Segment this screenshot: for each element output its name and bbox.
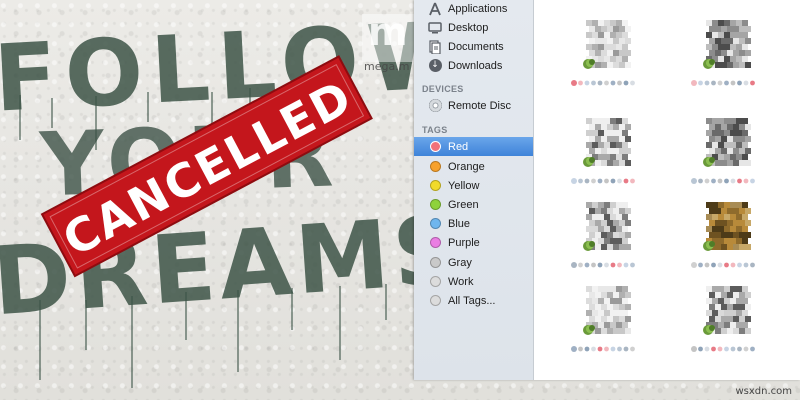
devices-header: DEVICES — [422, 84, 464, 94]
file-item[interactable] — [690, 202, 764, 276]
sidebar-item-label: Purple — [448, 236, 480, 249]
sidebar-item-label: Blue — [448, 217, 471, 230]
tag-dot-icon — [429, 141, 441, 152]
tag-dot-icon — [429, 199, 441, 210]
sidebar-tag-gray[interactable]: Gray — [414, 253, 533, 272]
tag-dot-icon — [429, 295, 441, 306]
applications-icon — [428, 2, 442, 16]
sidebar-tag-red[interactable]: Red — [414, 137, 533, 156]
file-thumbnail — [583, 118, 631, 167]
sidebar-item-applications[interactable]: Applications — [414, 0, 533, 18]
sidebar-item-label: All Tags... — [448, 294, 496, 307]
tag-dot-icon — [429, 237, 441, 248]
graffiti-art: FOLLOW YOUR DREAMS CANCELLED — [0, 1, 414, 388]
sidebar-item-label: Yellow — [448, 179, 480, 192]
sidebar-item-documents[interactable]: Documents — [414, 37, 533, 56]
file-thumbnail — [703, 286, 751, 335]
downloads-icon: ↓ — [428, 59, 442, 73]
sidebar-item-desktop[interactable]: Desktop — [414, 18, 533, 37]
file-label-obscured — [571, 178, 635, 184]
tag-dot-icon — [429, 276, 441, 287]
sidebar-item-downloads[interactable]: ↓ Downloads — [414, 56, 533, 75]
file-label-obscured — [571, 80, 635, 86]
file-item[interactable] — [690, 118, 764, 192]
sidebar-tag-yellow[interactable]: Yellow — [414, 176, 533, 195]
documents-icon — [428, 39, 442, 54]
desktop-icon — [428, 21, 442, 35]
file-label-obscured — [571, 262, 635, 268]
sidebar-item-label: Gray — [448, 256, 472, 269]
sidebar-tag-blue[interactable]: Blue — [414, 214, 533, 233]
file-thumbnail — [703, 118, 751, 167]
sidebar-tag-green[interactable]: Green — [414, 195, 533, 214]
file-label-obscured — [571, 346, 635, 352]
file-thumbnail — [583, 20, 631, 69]
finder-window: Applications Desktop Documents ↓ Downloa… — [414, 0, 800, 380]
file-thumbnail — [583, 286, 631, 335]
tag-dot-icon — [429, 257, 441, 268]
sidebar-item-label: Documents — [448, 40, 504, 53]
file-item[interactable] — [690, 20, 764, 94]
file-thumbnail — [703, 202, 751, 251]
file-item[interactable] — [570, 202, 644, 276]
sidebar-item-label: Red — [448, 140, 469, 153]
file-label-obscured — [691, 178, 755, 184]
finder-sidebar: Applications Desktop Documents ↓ Downloa… — [414, 0, 534, 380]
sidebar-item-label: Orange — [448, 160, 485, 173]
file-label-obscured — [691, 346, 755, 352]
remote-disc-icon — [428, 99, 442, 113]
watermark-logo: m — [368, 10, 408, 54]
file-label-obscured — [691, 262, 755, 268]
file-label-obscured — [691, 80, 755, 86]
sidebar-tag-all-tags[interactable]: All Tags... — [414, 291, 533, 310]
file-grid — [534, 0, 800, 380]
tag-dot-icon — [429, 180, 441, 191]
sidebar-item-label: Green — [448, 198, 479, 211]
sidebar-item-label: Applications — [448, 2, 508, 15]
sidebar-tag-work[interactable]: Work — [414, 272, 533, 291]
tags-header: TAGS — [422, 125, 448, 135]
file-item[interactable] — [570, 20, 644, 94]
tag-dot-icon — [429, 161, 441, 172]
site-watermark: wsxdn.com — [735, 386, 792, 397]
sidebar-item-label: Remote Disc — [448, 99, 511, 112]
file-thumbnail — [703, 20, 751, 69]
file-thumbnail — [583, 202, 631, 251]
sidebar-item-label: Work — [448, 275, 474, 288]
sidebar-tag-purple[interactable]: Purple — [414, 233, 533, 252]
tag-dot-icon — [429, 218, 441, 229]
sidebar-item-label: Downloads — [448, 59, 503, 72]
watermark-text: mega.m — [364, 60, 410, 73]
sidebar-item-label: Desktop — [448, 21, 489, 34]
sidebar-tag-orange[interactable]: Orange — [414, 157, 533, 176]
file-item[interactable] — [690, 286, 764, 360]
file-item[interactable] — [570, 286, 644, 360]
sidebar-item-remote-disc[interactable]: Remote Disc — [414, 96, 533, 115]
file-item[interactable] — [570, 118, 644, 192]
